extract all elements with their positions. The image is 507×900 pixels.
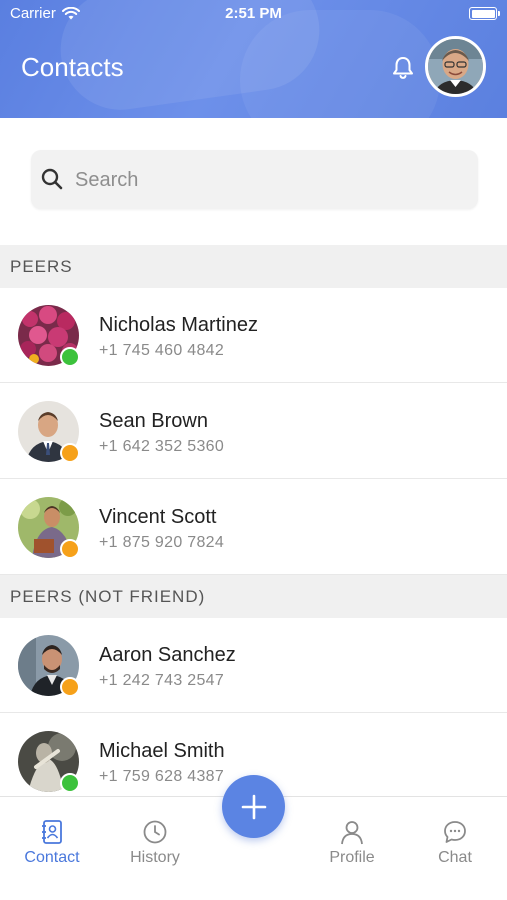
tab-label: History	[130, 849, 180, 866]
contact-row[interactable]: Nicholas Martinez +1 745 460 4842	[0, 288, 507, 383]
tab-profile[interactable]: Profile	[307, 819, 397, 867]
contact-row[interactable]: Aaron Sanchez +1 242 743 2547	[0, 618, 507, 713]
plus-icon	[241, 794, 266, 819]
person-icon	[341, 821, 363, 845]
tab-chat[interactable]: Chat	[410, 819, 500, 867]
add-contact-button[interactable]	[222, 775, 285, 838]
tab-history[interactable]: History	[110, 819, 200, 867]
contact-book-icon	[42, 820, 62, 844]
contact-phone: +1 242 743 2547	[99, 672, 225, 689]
contact-phone: +1 875 920 7824	[99, 534, 225, 551]
battery-icon	[469, 7, 500, 20]
section-header-peers-not-friend: PEERS (NOT FRIEND)	[0, 575, 507, 618]
contact-phone: +1 642 352 5360	[99, 438, 225, 455]
page-title: Contacts	[21, 52, 124, 82]
contact-name: Nicholas Martinez	[99, 314, 258, 336]
clock-icon	[143, 820, 167, 844]
bell-icon[interactable]	[390, 55, 416, 81]
online-status-indicator	[60, 347, 80, 367]
contact-name: Vincent Scott	[99, 506, 217, 528]
away-status-indicator	[60, 443, 80, 463]
tab-contact[interactable]: Contact	[7, 819, 97, 867]
tab-label: Chat	[438, 849, 472, 866]
contact-name: Aaron Sanchez	[99, 644, 236, 666]
contact-name: Michael Smith	[99, 740, 225, 762]
status-bar: Carrier 2:51 PM	[0, 0, 507, 28]
contact-phone: +1 745 460 4842	[99, 342, 225, 359]
search-icon	[41, 168, 63, 190]
chat-bubble-icon	[444, 821, 466, 843]
tab-label: Profile	[329, 849, 375, 866]
user-avatar[interactable]	[425, 36, 486, 97]
away-status-indicator	[60, 677, 80, 697]
tab-label: Contact	[24, 849, 80, 866]
online-status-indicator	[60, 773, 80, 793]
search-input[interactable]	[75, 165, 455, 195]
status-time: 2:51 PM	[225, 5, 282, 22]
contact-row[interactable]: Vincent Scott +1 875 920 7824	[0, 480, 507, 575]
contact-name: Sean Brown	[99, 410, 208, 432]
section-header-peers: PEERS	[0, 245, 507, 288]
away-status-indicator	[60, 539, 80, 559]
contact-phone: +1 759 628 4387	[99, 768, 225, 785]
contact-row[interactable]: Sean Brown +1 642 352 5360	[0, 384, 507, 479]
app-header: Carrier 2:51 PM Contacts	[0, 0, 507, 118]
